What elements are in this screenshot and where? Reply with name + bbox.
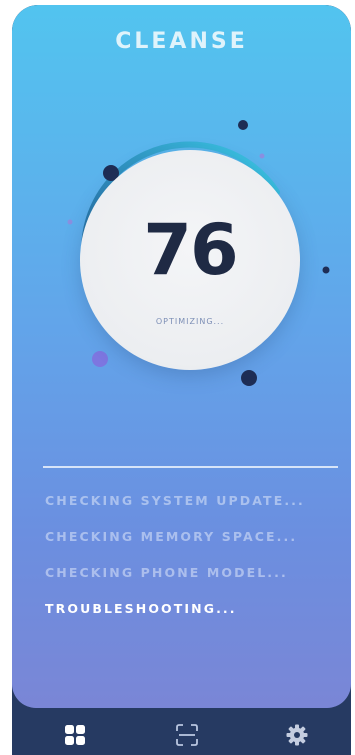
- scan-icon: [176, 724, 198, 746]
- app-screen: CLEANSE 76 OPTIMIZING... CHECKING SYSTEM…: [12, 5, 351, 755]
- settings-icon: [286, 724, 308, 746]
- check-item-phone-model: CHECKING PHONE MODEL...: [45, 565, 288, 580]
- decor-dot: [67, 219, 73, 225]
- check-list: CHECKING SYSTEM UPDATE... CHECKING MEMOR…: [45, 493, 345, 637]
- section-divider: [43, 466, 338, 468]
- check-item-system-update: CHECKING SYSTEM UPDATE...: [45, 493, 305, 508]
- decor-dot: [259, 153, 265, 159]
- optimization-score: 76: [143, 209, 238, 291]
- check-item-memory-space: CHECKING MEMORY SPACE...: [45, 529, 298, 544]
- app-title: CLEANSE: [115, 29, 248, 54]
- dashboard-icon: [65, 725, 85, 745]
- main-panel: CLEANSE 76 OPTIMIZING... CHECKING SYSTEM…: [12, 5, 351, 708]
- optimization-status: OPTIMIZING...: [155, 317, 225, 326]
- check-item-troubleshooting: TROUBLESHOOTING...: [45, 601, 237, 616]
- decor-dot: [322, 266, 330, 274]
- nav-settings-button[interactable]: [285, 723, 309, 747]
- nav-scan-button[interactable]: [175, 723, 199, 747]
- optimization-gauge: 76 OPTIMIZING...: [50, 110, 330, 400]
- bottom-nav: [12, 708, 351, 755]
- decor-dot: [238, 120, 248, 130]
- nav-dashboard-button[interactable]: [63, 723, 87, 747]
- decor-dot: [241, 370, 257, 386]
- decor-dot: [92, 351, 108, 367]
